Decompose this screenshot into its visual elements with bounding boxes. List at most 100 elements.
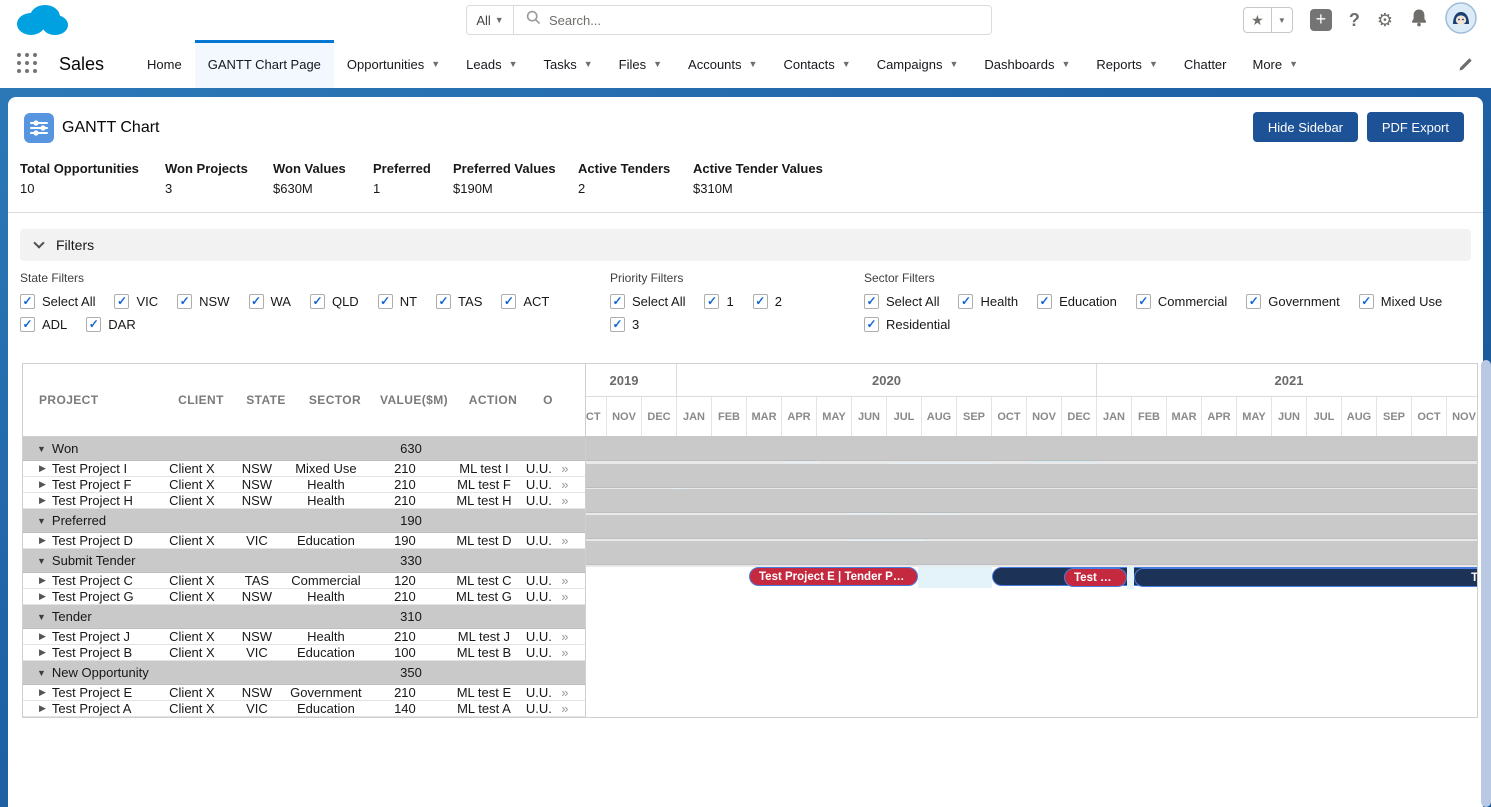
filter-checkbox-tas[interactable]: ✓TAS	[436, 294, 482, 309]
collapse-caret-icon[interactable]: ▼	[37, 612, 46, 622]
expand-caret-icon[interactable]: ▶	[39, 495, 46, 506]
row-expand-icon[interactable]: »	[554, 589, 576, 604]
checkbox-checked-icon[interactable]: ✓	[864, 317, 879, 332]
tab-home[interactable]: Home	[134, 40, 195, 88]
filter-checkbox-mixed-use[interactable]: ✓Mixed Use	[1359, 294, 1442, 309]
filter-checkbox-dar[interactable]: ✓DAR	[86, 317, 135, 332]
checkbox-checked-icon[interactable]: ✓	[1246, 294, 1261, 309]
filter-checkbox-3[interactable]: ✓3	[610, 317, 639, 332]
filter-checkbox-nsw[interactable]: ✓NSW	[177, 294, 229, 309]
checkbox-checked-icon[interactable]: ✓	[958, 294, 973, 309]
expand-caret-icon[interactable]: ▶	[39, 535, 46, 546]
filter-checkbox-select-all[interactable]: ✓Select All	[20, 294, 95, 309]
column-header-state[interactable]: STATE	[237, 393, 295, 407]
filter-checkbox-government[interactable]: ✓Government	[1246, 294, 1340, 309]
filter-checkbox-1[interactable]: ✓1	[704, 294, 733, 309]
expand-caret-icon[interactable]: ▶	[39, 479, 46, 490]
column-header-client[interactable]: CLIENT	[165, 393, 237, 407]
checkbox-checked-icon[interactable]: ✓	[864, 294, 879, 309]
filter-checkbox-adl[interactable]: ✓ADL	[20, 317, 67, 332]
column-header-o[interactable]: O	[533, 393, 563, 407]
edit-nav-pencil-icon[interactable]	[1458, 55, 1475, 77]
tab-more[interactable]: More▼	[1240, 40, 1312, 88]
filter-checkbox-health[interactable]: ✓Health	[958, 294, 1018, 309]
checkbox-checked-icon[interactable]: ✓	[20, 317, 35, 332]
collapse-caret-icon[interactable]: ▼	[37, 556, 46, 566]
expand-caret-icon[interactable]: ▶	[39, 591, 46, 602]
checkbox-checked-icon[interactable]: ✓	[704, 294, 719, 309]
hide-sidebar-button[interactable]: Hide Sidebar	[1253, 112, 1358, 142]
search-input[interactable]	[541, 12, 991, 29]
row-expand-icon[interactable]: »	[554, 533, 576, 548]
tab-leads[interactable]: Leads▼	[453, 40, 530, 88]
app-launcher-icon[interactable]	[17, 53, 39, 75]
checkbox-checked-icon[interactable]: ✓	[1136, 294, 1151, 309]
filter-checkbox-nt[interactable]: ✓NT	[378, 294, 417, 309]
expand-caret-icon[interactable]: ▶	[39, 687, 46, 698]
setup-gear-icon[interactable]: ⚙	[1377, 10, 1393, 31]
tab-tasks[interactable]: Tasks▼	[531, 40, 606, 88]
row-expand-icon[interactable]: »	[554, 461, 576, 476]
tab-files[interactable]: Files▼	[606, 40, 675, 88]
help-icon[interactable]: ?	[1349, 10, 1360, 31]
tender-bar-test-project-e[interactable]: Test Project E | Tender Period	[749, 567, 918, 586]
expand-caret-icon[interactable]: ▶	[39, 631, 46, 642]
column-header-action[interactable]: ACTION	[453, 393, 533, 407]
filter-checkbox-vic[interactable]: ✓VIC	[114, 294, 158, 309]
row-expand-icon[interactable]: »	[554, 573, 576, 588]
checkbox-checked-icon[interactable]: ✓	[86, 317, 101, 332]
row-expand-icon[interactable]: »	[554, 629, 576, 644]
expand-caret-icon[interactable]: ▶	[39, 703, 46, 714]
filter-checkbox-qld[interactable]: ✓QLD	[310, 294, 359, 309]
filter-checkbox-wa[interactable]: ✓WA	[249, 294, 291, 309]
checkbox-checked-icon[interactable]: ✓	[501, 294, 516, 309]
column-header-value-m-[interactable]: VALUE($M)	[375, 393, 453, 407]
expand-caret-icon[interactable]: ▶	[39, 463, 46, 474]
tab-contacts[interactable]: Contacts▼	[770, 40, 863, 88]
filter-checkbox-act[interactable]: ✓ACT	[501, 294, 549, 309]
checkbox-checked-icon[interactable]: ✓	[20, 294, 35, 309]
search-scope-selector[interactable]: All ▼	[467, 6, 514, 34]
row-expand-icon[interactable]: »	[554, 645, 576, 660]
filter-checkbox-education[interactable]: ✓Education	[1037, 294, 1117, 309]
filter-checkbox-2[interactable]: ✓2	[753, 294, 782, 309]
expand-caret-icon[interactable]: ▶	[39, 647, 46, 658]
filters-section-header[interactable]: Filters	[20, 229, 1471, 261]
row-expand-icon[interactable]: »	[554, 701, 576, 716]
checkbox-checked-icon[interactable]: ✓	[249, 294, 264, 309]
column-header-project[interactable]: PROJECT	[23, 393, 165, 407]
expand-caret-icon[interactable]: ▶	[39, 575, 46, 586]
filter-checkbox-select-all[interactable]: ✓Select All	[610, 294, 685, 309]
checkbox-checked-icon[interactable]: ✓	[310, 294, 325, 309]
filter-checkbox-commercial[interactable]: ✓Commercial	[1136, 294, 1227, 309]
notifications-bell-icon[interactable]	[1410, 8, 1428, 32]
checkbox-checked-icon[interactable]: ✓	[753, 294, 768, 309]
tender-bar-test-project-a[interactable]: Test Project A | Tender Period	[1064, 568, 1127, 587]
collapse-caret-icon[interactable]: ▼	[37, 668, 46, 678]
row-expand-icon[interactable]: »	[554, 493, 576, 508]
tab-gantt-chart-page[interactable]: GANTT Chart Page	[195, 40, 334, 88]
collapse-caret-icon[interactable]: ▼	[37, 516, 46, 526]
tab-dashboards[interactable]: Dashboards▼	[971, 40, 1083, 88]
checkbox-checked-icon[interactable]: ✓	[436, 294, 451, 309]
checkbox-checked-icon[interactable]: ✓	[177, 294, 192, 309]
row-expand-icon[interactable]: »	[554, 477, 576, 492]
salesforce-logo-icon[interactable]	[12, 2, 70, 43]
user-avatar[interactable]	[1445, 2, 1477, 39]
construction-bar-test-project-a[interactable]: Test Project A | Construction Period	[1134, 568, 1477, 587]
filter-checkbox-residential[interactable]: ✓Residential	[864, 317, 950, 332]
vertical-scrollbar[interactable]	[1481, 360, 1491, 807]
tab-reports[interactable]: Reports▼	[1083, 40, 1170, 88]
checkbox-checked-icon[interactable]: ✓	[114, 294, 129, 309]
favorites-star-icon[interactable]: ★	[1244, 8, 1272, 32]
filter-checkbox-select-all[interactable]: ✓Select All	[864, 294, 939, 309]
row-expand-icon[interactable]: »	[554, 685, 576, 700]
checkbox-checked-icon[interactable]: ✓	[378, 294, 393, 309]
tab-accounts[interactable]: Accounts▼	[675, 40, 770, 88]
checkbox-checked-icon[interactable]: ✓	[610, 294, 625, 309]
checkbox-checked-icon[interactable]: ✓	[1359, 294, 1374, 309]
tab-opportunities[interactable]: Opportunities▼	[334, 40, 453, 88]
column-header-sector[interactable]: SECTOR	[295, 393, 375, 407]
collapse-caret-icon[interactable]: ▼	[37, 444, 46, 454]
tab-chatter[interactable]: Chatter	[1171, 40, 1240, 88]
